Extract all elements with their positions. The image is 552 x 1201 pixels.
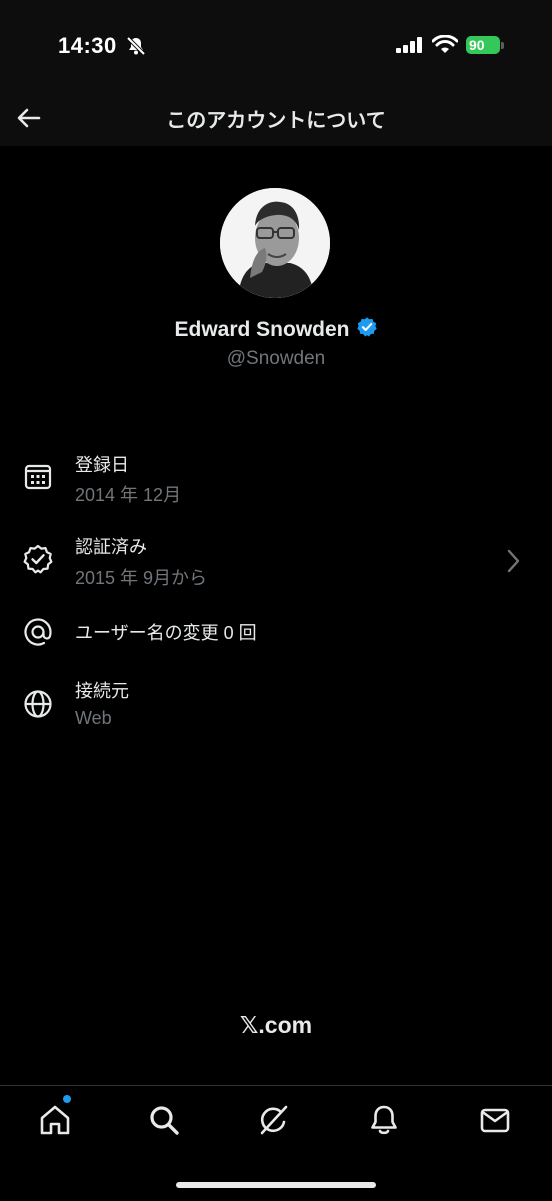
x-com-link[interactable]: 𝕏.com: [0, 1012, 552, 1039]
header: このアカウントについて: [0, 90, 552, 146]
chevron-right-icon: [504, 548, 522, 579]
info-row-title: 認証済み: [75, 537, 147, 557]
bell-slash-icon: [126, 36, 146, 61]
verified-outline-icon: [22, 543, 54, 575]
home-indicator: [176, 1182, 376, 1188]
messages-icon[interactable]: [477, 1102, 513, 1138]
verified-badge-icon: [356, 316, 378, 344]
info-row-subtitle: 2015 年 9月から: [75, 568, 208, 588]
status-time: 14:30: [58, 33, 117, 58]
profile-handle: @Snowden: [226, 348, 326, 369]
notifications-icon[interactable]: [366, 1102, 402, 1138]
grok-icon[interactable]: [256, 1102, 292, 1138]
wifi-icon: [431, 34, 459, 60]
status-bar: 14:30 90: [0, 0, 552, 90]
at-icon: [22, 616, 54, 648]
profile-name: Edward Snowden: [174, 318, 350, 341]
globe-icon: [22, 688, 54, 720]
page-title: このアカウントについて: [166, 110, 386, 132]
battery-charging-icon: 90: [466, 36, 500, 54]
info-row-title: ユーザー名の変更 0 回: [75, 623, 257, 643]
home-icon[interactable]: [37, 1102, 73, 1138]
info-row-connected-via: 接続元 Web: [0, 674, 552, 736]
profile-name-row: Edward Snowden: [0, 316, 552, 344]
home-notification-dot: [63, 1095, 71, 1103]
battery-level: 90: [469, 37, 485, 53]
battery-cap: [501, 42, 504, 49]
info-row-joined: 登録日 2014 年 12月: [0, 448, 552, 508]
calendar-icon: [22, 460, 54, 492]
search-icon[interactable]: [146, 1102, 182, 1138]
info-row-subtitle: 2014 年 12月: [75, 485, 182, 505]
avatar[interactable]: [220, 188, 330, 298]
signal-icon: [396, 37, 424, 58]
info-row-verified[interactable]: 認証済み 2015 年 9月から: [0, 530, 552, 592]
info-row-title: 接続元: [75, 681, 129, 701]
info-row-subtitle: Web: [75, 708, 112, 728]
info-row-username-changes: ユーザー名の変更 0 回: [0, 614, 552, 650]
info-row-title: 登録日: [75, 455, 129, 475]
